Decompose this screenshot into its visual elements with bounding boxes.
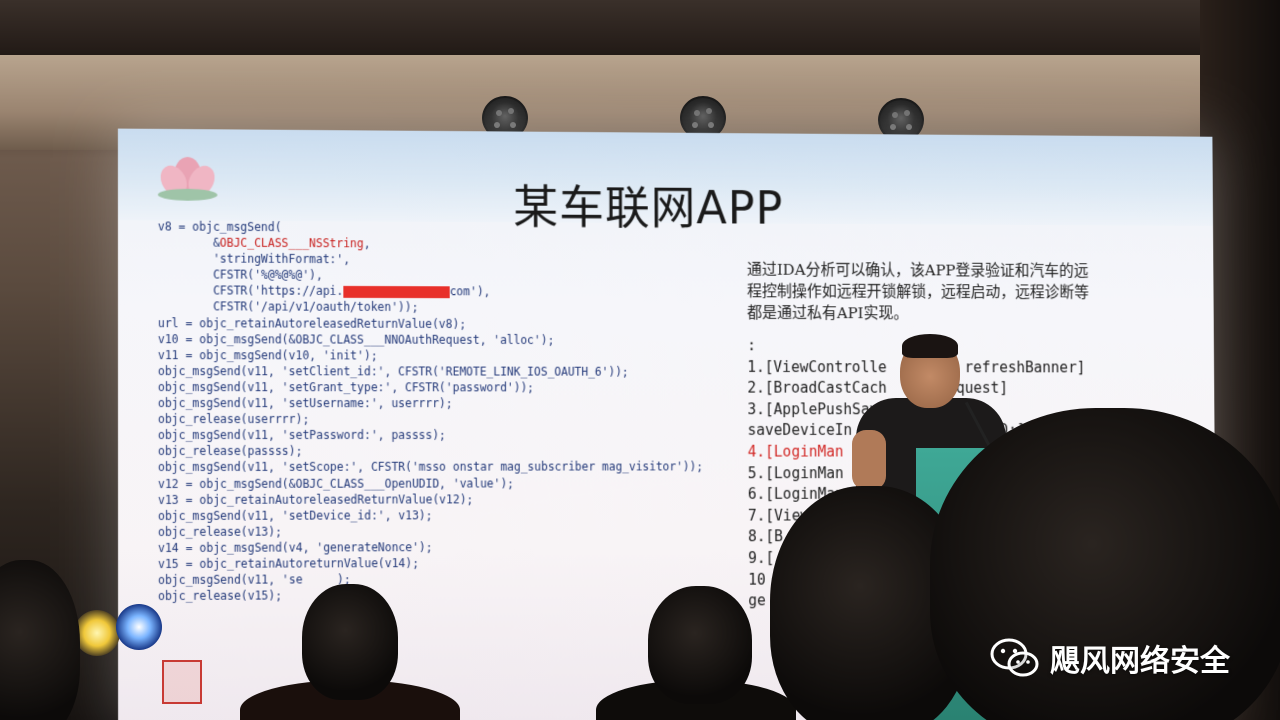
code-line: objc_msgSend(v11, 'setScope:', CFSTR('ms… <box>157 459 704 475</box>
code-line: v14 = objc_msgSend(v4, 'generateNonce'); <box>157 540 433 555</box>
slide-explanation: 通过IDA分析可以确认，该APP登录验证和汽车的远程控制操作如远程开锁解锁，远程… <box>746 260 1089 323</box>
audience-head <box>0 560 80 720</box>
code-line: v10 = objc_msgSend(&OBJC_CLASS___NNOAuth… <box>157 331 555 347</box>
code-line: v12 = objc_msgSend(&OBJC_CLASS___OpenUDI… <box>157 476 515 491</box>
audience-head <box>648 586 752 704</box>
watermark: 飓风网络安全 <box>990 636 1230 680</box>
presenter-arm <box>852 430 886 490</box>
code-line: objc_msgSend(v11, 'setGrant_type:', CFST… <box>157 380 535 395</box>
code-line: objc_release(passss); <box>157 444 303 459</box>
code-line: v11 = objc_msgSend(v10, 'init'); <box>157 347 378 363</box>
code-line: objc_release(v15); <box>158 588 283 604</box>
conference-room: 某车联网APP v8 = objc_msgSend( &OBJC_CLASS__… <box>0 0 1280 720</box>
code-line: objc_release(v13); <box>157 524 282 539</box>
ceiling <box>0 0 1280 55</box>
audience-head <box>302 584 398 700</box>
code-line: objc_release(userrrr); <box>157 412 310 427</box>
code-line: objc_msgSend(v11, 'setDevice_id:', v13); <box>157 508 433 523</box>
code-line: objc_msgSend(v11, 'setUsername:', userrr… <box>157 396 453 411</box>
lotus-decoration-icon <box>158 157 219 202</box>
stage-light-yellow <box>74 610 120 656</box>
code-line: objc_msgSend(v11, 'setPassword:', passss… <box>157 428 446 443</box>
redaction-bar <box>343 285 450 299</box>
code-block: v8 = objc_msgSend( &OBJC_CLASS___NSStrin… <box>158 218 748 604</box>
presenter-hair <box>902 334 958 358</box>
wechat-icon <box>990 638 1039 677</box>
watermark-text: 飓风网络安全 <box>1050 644 1230 679</box>
red-seal-icon <box>162 660 202 704</box>
stage-light-blue <box>116 604 162 650</box>
code-line: v13 = objc_retainAutoreleasedReturnValue… <box>157 492 474 507</box>
code-line: objc_msgSend(v11, 'setClient_id:', CFSTR… <box>157 363 629 379</box>
code-line: CFSTR('/api/v1/oauth/token')); <box>157 299 419 315</box>
code-line: url = objc_retainAutoreleasedReturnValue… <box>157 315 467 331</box>
code-line: CFSTR('https://api. com'), <box>157 283 491 299</box>
